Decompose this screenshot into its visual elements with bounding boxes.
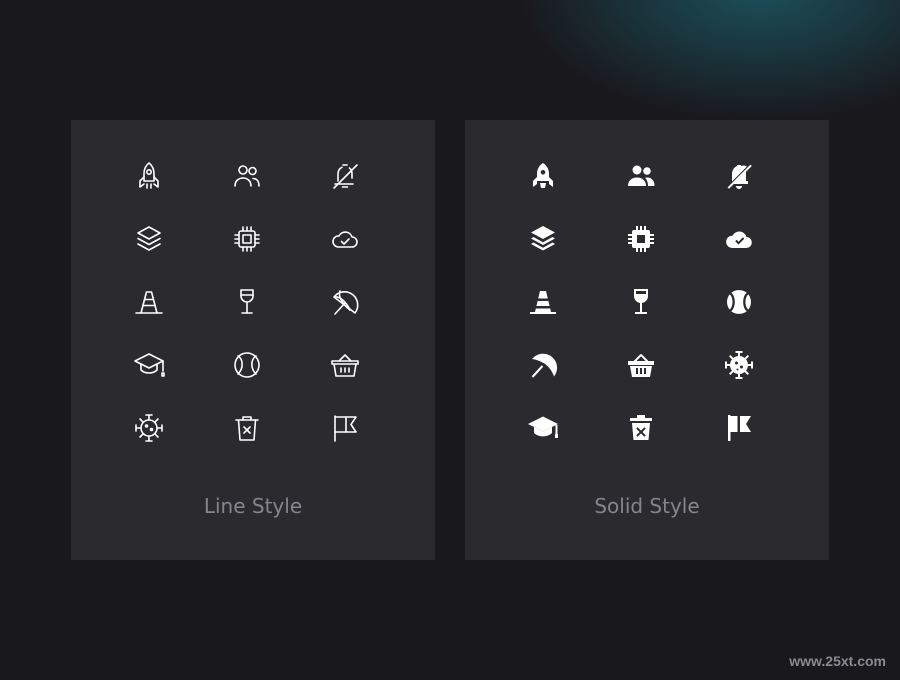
layers-icon bbox=[527, 223, 559, 255]
layers-icon bbox=[133, 223, 165, 255]
flag-icon bbox=[329, 412, 361, 444]
watermark: www.25xt.com bbox=[789, 653, 886, 669]
cloud-check-icon bbox=[723, 223, 755, 255]
solid-icon-grid bbox=[527, 160, 755, 444]
users-icon bbox=[231, 160, 263, 192]
shopping-basket-icon bbox=[329, 349, 361, 381]
beach-umbrella-icon bbox=[329, 286, 361, 318]
virus-icon bbox=[133, 412, 165, 444]
traffic-cone-icon bbox=[133, 286, 165, 318]
line-style-caption: Line Style bbox=[203, 494, 303, 518]
traffic-cone-icon bbox=[527, 286, 559, 318]
graduation-cap-icon bbox=[527, 412, 559, 444]
rocket-icon bbox=[133, 160, 165, 192]
tennis-ball-icon bbox=[231, 349, 263, 381]
trash-x-icon bbox=[231, 412, 263, 444]
solid-style-panel: Solid Style bbox=[465, 120, 829, 560]
wine-glass-icon bbox=[231, 286, 263, 318]
users-icon bbox=[625, 160, 657, 192]
tennis-ball-icon bbox=[723, 286, 755, 318]
cpu-chip-icon bbox=[625, 223, 657, 255]
line-style-panel: Line Style bbox=[71, 120, 435, 560]
solid-style-caption: Solid Style bbox=[594, 494, 700, 518]
trash-x-icon bbox=[625, 412, 657, 444]
bell-off-icon bbox=[723, 160, 755, 192]
cpu-chip-icon bbox=[231, 223, 263, 255]
rocket-icon bbox=[527, 160, 559, 192]
beach-umbrella-icon bbox=[527, 349, 559, 381]
virus-icon bbox=[723, 349, 755, 381]
bell-off-icon bbox=[329, 160, 361, 192]
cloud-check-icon bbox=[329, 223, 361, 255]
wine-glass-icon bbox=[625, 286, 657, 318]
shopping-basket-icon bbox=[625, 349, 657, 381]
graduation-cap-icon bbox=[133, 349, 165, 381]
flag-icon bbox=[723, 412, 755, 444]
line-icon-grid bbox=[133, 160, 361, 444]
